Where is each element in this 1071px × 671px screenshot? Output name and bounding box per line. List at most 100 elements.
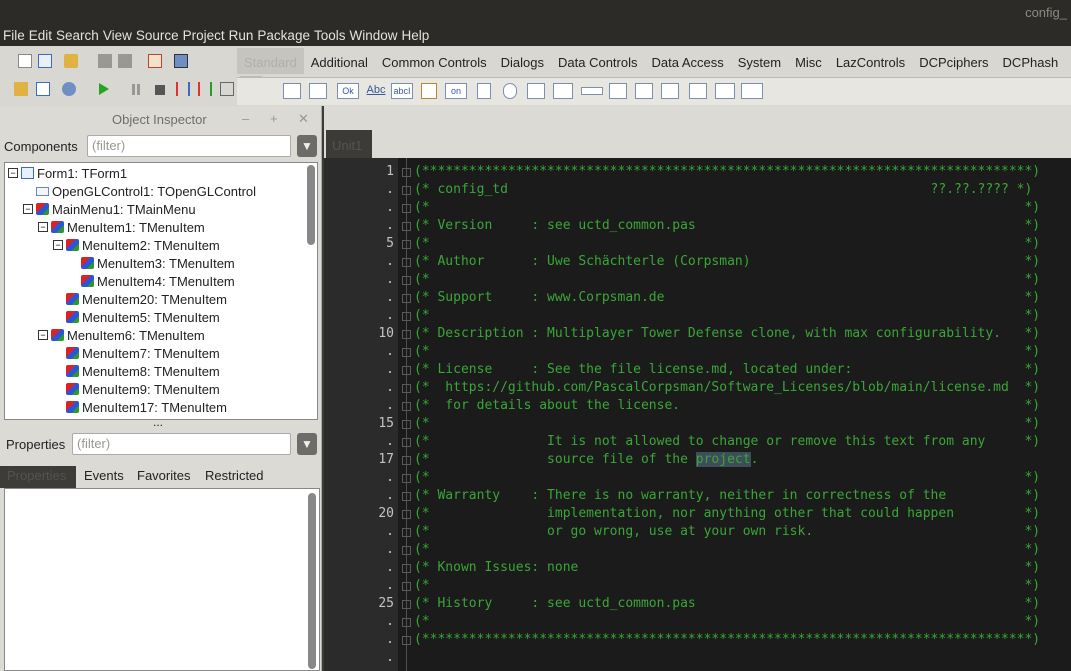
- tradiobutton-icon[interactable]: [503, 83, 517, 99]
- fold-marker-icon[interactable]: [402, 168, 411, 177]
- menu-project[interactable]: Project: [183, 28, 225, 43]
- fold-marker-icon[interactable]: [402, 474, 411, 483]
- tab-data-controls[interactable]: Data Controls: [551, 48, 644, 74]
- fold-marker-icon[interactable]: [402, 528, 411, 537]
- save-icon[interactable]: [98, 54, 112, 68]
- tab-events[interactable]: Events: [84, 468, 124, 483]
- collapse-icon[interactable]: −: [23, 204, 33, 214]
- tab-restricted[interactable]: Restricted: [205, 468, 264, 483]
- fold-marker-icon[interactable]: [402, 546, 411, 555]
- tree-node[interactable]: MenuItem3: TMenuItem: [81, 254, 235, 272]
- fold-marker-icon[interactable]: [402, 510, 411, 519]
- fold-marker-icon[interactable]: [402, 258, 411, 267]
- tscrollbar-icon[interactable]: [581, 87, 603, 95]
- tgroupbox-icon[interactable]: [609, 83, 627, 99]
- tab-common-controls[interactable]: Common Controls: [375, 48, 494, 74]
- tab-favorites[interactable]: Favorites: [137, 468, 190, 483]
- tlabel-icon[interactable]: Abc: [365, 83, 387, 99]
- build-mode-icon[interactable]: [62, 82, 76, 96]
- properties-filter-input[interactable]: (filter): [72, 433, 291, 455]
- fold-marker-icon[interactable]: [402, 456, 411, 465]
- collapse-icon[interactable]: −: [38, 330, 48, 340]
- run-icon[interactable]: [99, 83, 109, 95]
- menu-help[interactable]: Help: [402, 28, 430, 43]
- fold-marker-icon[interactable]: [402, 636, 411, 645]
- tab-unit1[interactable]: Unit1: [326, 130, 372, 158]
- fold-marker-icon[interactable]: [402, 186, 411, 195]
- tree-node[interactable]: MenuItem20: TMenuItem: [66, 290, 227, 308]
- fold-marker-icon[interactable]: [402, 384, 411, 393]
- tab-lazcontrols[interactable]: LazControls: [829, 48, 912, 74]
- fold-marker-icon[interactable]: [402, 600, 411, 609]
- toggle-form-icon[interactable]: [148, 54, 162, 68]
- fold-marker-icon[interactable]: [402, 204, 411, 213]
- fold-marker-icon[interactable]: [402, 348, 411, 357]
- open-folder-icon[interactable]: [64, 54, 78, 68]
- step-over-icon[interactable]: [198, 82, 212, 96]
- tree-node[interactable]: MenuItem17: TMenuItem: [66, 398, 227, 416]
- tlistbox-icon[interactable]: [527, 83, 545, 99]
- fold-marker-icon[interactable]: [402, 438, 411, 447]
- fold-marker-icon[interactable]: [402, 330, 411, 339]
- menu-package[interactable]: Package: [257, 28, 310, 43]
- collapse-icon[interactable]: −: [38, 222, 48, 232]
- fold-marker-icon[interactable]: [402, 312, 411, 321]
- collapse-icon[interactable]: −: [8, 168, 18, 178]
- pause-icon[interactable]: [132, 84, 140, 95]
- tab-dcpciphers[interactable]: DCPciphers: [912, 48, 995, 74]
- menu-search[interactable]: Search: [56, 28, 99, 43]
- new-form-icon[interactable]: [38, 54, 52, 68]
- tree-node[interactable]: MenuItem8: TMenuItem: [66, 362, 220, 380]
- tab-properties[interactable]: Properties: [0, 466, 76, 488]
- menu-edit[interactable]: Edit: [29, 28, 52, 43]
- view-forms-icon[interactable]: [36, 82, 50, 96]
- property-grid[interactable]: [4, 488, 320, 671]
- step-into-icon[interactable]: [176, 82, 190, 96]
- view-units-icon[interactable]: [14, 82, 28, 96]
- tab-misc[interactable]: Misc: [788, 48, 829, 74]
- save-all-icon[interactable]: [118, 54, 132, 68]
- menu-view[interactable]: View: [103, 28, 132, 43]
- tactionlist-icon[interactable]: [741, 83, 763, 99]
- fold-marker-icon[interactable]: [402, 618, 411, 627]
- code-area[interactable]: (***************************************…: [414, 158, 1071, 671]
- tree-node[interactable]: MenuItem5: TMenuItem: [66, 308, 220, 326]
- components-filter-button[interactable]: ▼: [297, 135, 317, 157]
- collapse-icon[interactable]: −: [53, 240, 63, 250]
- tab-standard[interactable]: Standard: [237, 48, 304, 74]
- tree-scrollbar[interactable]: [307, 165, 315, 245]
- tab-data-access[interactable]: Data Access: [644, 48, 730, 74]
- fold-marker-icon[interactable]: [402, 294, 411, 303]
- component-tree[interactable]: − Form1: TForm1 OpenGLControl1: TOpenGLC…: [4, 162, 318, 420]
- tpanel-icon[interactable]: [689, 83, 707, 99]
- tab-system[interactable]: System: [731, 48, 788, 74]
- property-scrollbar[interactable]: [308, 493, 316, 669]
- tab-dialogs[interactable]: Dialogs: [494, 48, 551, 74]
- maximize-icon[interactable]: +: [270, 111, 278, 126]
- menu-window[interactable]: Window: [349, 28, 397, 43]
- fold-marker-icon[interactable]: [402, 564, 411, 573]
- tframe-icon[interactable]: [283, 83, 301, 99]
- tree-node[interactable]: MenuItem7: TMenuItem: [66, 344, 220, 362]
- tree-node[interactable]: MenuItem2: TMenuItem: [66, 236, 220, 254]
- tbutton-icon[interactable]: Ok: [337, 83, 359, 99]
- minimize-icon[interactable]: –: [242, 111, 249, 126]
- menu-source[interactable]: Source: [136, 28, 179, 43]
- fold-marker-icon[interactable]: [402, 222, 411, 231]
- tree-node[interactable]: MenuItem4: TMenuItem: [81, 272, 235, 290]
- tcheckgroup-icon[interactable]: [661, 83, 679, 99]
- tree-node[interactable]: MenuItem1: TMenuItem: [51, 218, 205, 236]
- fold-marker-icon[interactable]: [402, 366, 411, 375]
- fold-marker-icon[interactable]: [402, 582, 411, 591]
- new-unit-icon[interactable]: [18, 54, 32, 68]
- tcombobox-icon[interactable]: [553, 83, 573, 99]
- fold-marker-icon[interactable]: [402, 492, 411, 501]
- components-filter-input[interactable]: (filter): [87, 135, 291, 157]
- tree-node[interactable]: MainMenu1: TMainMenu: [36, 200, 196, 218]
- properties-filter-button[interactable]: ▼: [297, 433, 317, 455]
- tree-node[interactable]: MenuItem6: TMenuItem: [51, 326, 205, 344]
- ttogglebox-icon[interactable]: on: [445, 83, 467, 99]
- tmemo-icon[interactable]: [421, 83, 437, 99]
- menu-tools[interactable]: Tools: [314, 28, 346, 43]
- close-icon[interactable]: ✕: [298, 111, 309, 127]
